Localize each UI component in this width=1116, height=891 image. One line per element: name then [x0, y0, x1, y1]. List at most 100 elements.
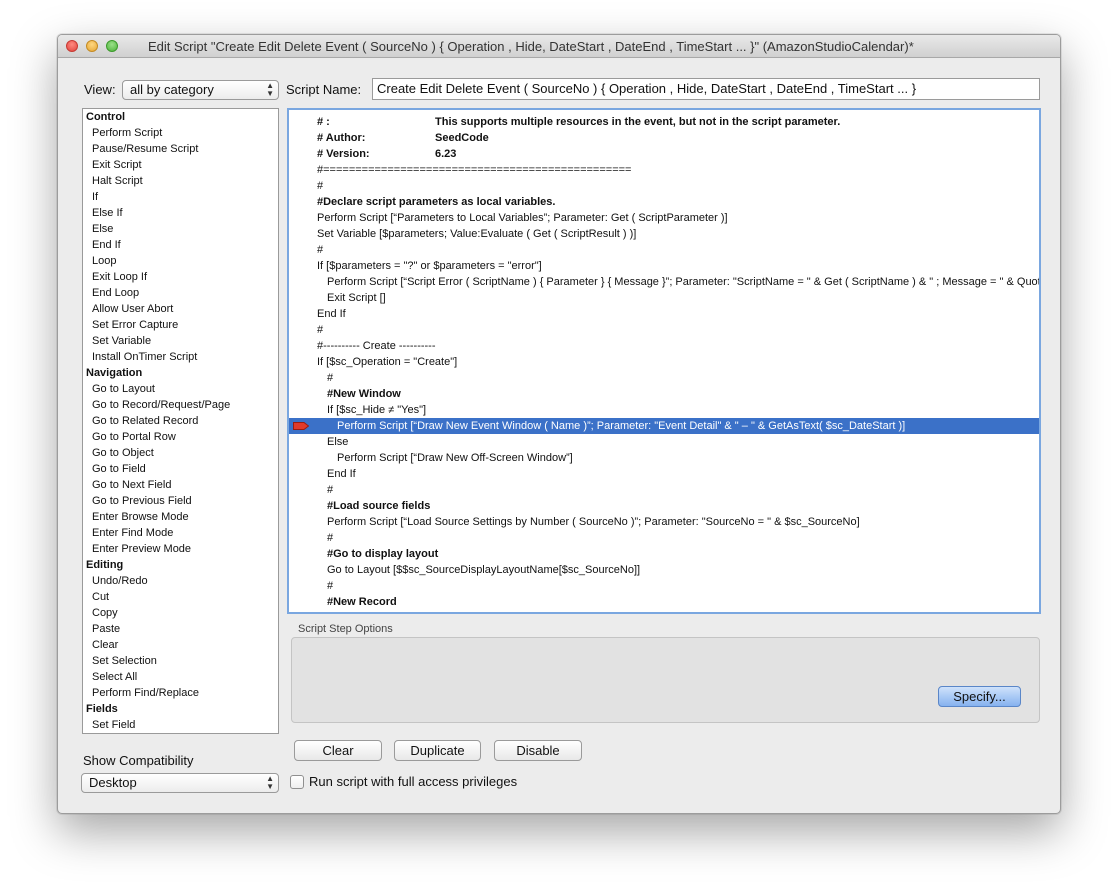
step-item[interactable]: Set Selection — [83, 653, 278, 669]
clear-button[interactable]: Clear — [294, 740, 382, 761]
step-item[interactable]: Loop — [83, 253, 278, 269]
step-item[interactable]: Go to Previous Field — [83, 493, 278, 509]
step-item[interactable]: End If — [83, 237, 278, 253]
step-item[interactable]: Pause/Resume Script — [83, 141, 278, 157]
step-item[interactable]: Go to Field — [83, 461, 278, 477]
script-line[interactable]: Perform Script [“Script Error ( ScriptNa… — [289, 274, 1039, 290]
step-item[interactable]: Perform Script — [83, 125, 278, 141]
script-line[interactable]: Else — [289, 434, 1039, 450]
step-item[interactable]: Set Variable — [83, 333, 278, 349]
script-line[interactable]: Exit Script [] — [289, 290, 1039, 306]
script-line-text: # : — [317, 116, 330, 128]
disable-button[interactable]: Disable — [494, 740, 582, 761]
script-line-text: # — [317, 324, 324, 336]
step-item[interactable]: End Loop — [83, 285, 278, 301]
script-line[interactable]: # — [289, 242, 1039, 258]
script-line[interactable]: # — [289, 178, 1039, 194]
script-line-text: # Version: — [317, 148, 370, 160]
script-line[interactable]: #Load source fields — [289, 498, 1039, 514]
script-line[interactable]: # — [289, 530, 1039, 546]
full-access-checkbox[interactable] — [290, 775, 304, 789]
script-line-selected[interactable]: Perform Script [“Draw New Event Window (… — [289, 418, 1039, 434]
script-step-options-panel — [291, 637, 1040, 723]
script-line-text: Perform Script [“Script Error ( ScriptNa… — [327, 276, 1041, 288]
compatibility-select[interactable]: Desktop ▲ ▼ — [81, 773, 279, 793]
step-item[interactable]: Exit Loop If — [83, 269, 278, 285]
script-line[interactable]: End If — [289, 306, 1039, 322]
script-line[interactable]: # — [289, 482, 1039, 498]
script-line-text: #Load source fields — [327, 500, 431, 512]
script-name-label: Script Name: — [286, 82, 362, 97]
step-item[interactable]: Go to Portal Row — [83, 429, 278, 445]
step-item[interactable]: Enter Find Mode — [83, 525, 278, 541]
step-item[interactable]: Go to Record/Request/Page — [83, 397, 278, 413]
step-item[interactable]: Undo/Redo — [83, 573, 278, 589]
script-line-text: #---------- Create ---------- — [317, 340, 436, 352]
script-line[interactable]: Perform Script [“Draw New Off-Screen Win… — [289, 450, 1039, 466]
script-line[interactable]: #---------- Create ---------- — [289, 338, 1039, 354]
step-category: Navigation — [86, 367, 143, 379]
step-item[interactable]: Copy — [83, 605, 278, 621]
script-line-text: Perform Script [“Draw New Event Window (… — [337, 420, 906, 432]
step-item[interactable]: Cut — [83, 589, 278, 605]
minimize-button[interactable] — [86, 40, 98, 52]
script-line[interactable]: # : This supports multiple resources in t… — [289, 114, 1039, 130]
step-category: Editing — [86, 559, 124, 571]
script-steps-list[interactable]: Control Perform Script Pause/Resume Script… — [82, 108, 279, 734]
popup-arrows-icon: ▲ ▼ — [266, 81, 274, 98]
step-item[interactable]: Perform Find/Replace — [83, 685, 278, 701]
script-line[interactable]: # — [289, 322, 1039, 338]
edit-script-window: Edit Script "Create Edit Delete Event ( … — [57, 34, 1061, 814]
script-line-text: Set Variable [$parameters; Value:Evaluat… — [317, 228, 637, 240]
script-line[interactable]: # Author: SeedCode — [289, 130, 1039, 146]
script-line[interactable]: # Version: 6.23 — [289, 146, 1039, 162]
step-item[interactable]: If — [83, 189, 278, 205]
step-item[interactable]: Set Field — [83, 717, 278, 733]
step-item[interactable]: Set Error Capture — [83, 317, 278, 333]
step-item[interactable]: Go to Related Record — [83, 413, 278, 429]
window-title: Edit Script "Create Edit Delete Event ( … — [148, 39, 914, 54]
step-item[interactable]: Allow User Abort — [83, 301, 278, 317]
step-item[interactable]: Go to Layout — [83, 381, 278, 397]
script-editor[interactable]: # : This supports multiple resources in t… — [287, 108, 1041, 614]
script-line[interactable]: # — [289, 578, 1039, 594]
script-line[interactable]: #Declare script parameters as local vari… — [289, 194, 1039, 210]
step-item[interactable]: Else — [83, 221, 278, 237]
script-line[interactable]: If [$parameters = "?" or $parameters = "… — [289, 258, 1039, 274]
script-line[interactable]: End If — [289, 466, 1039, 482]
script-name-input[interactable]: Create Edit Delete Event ( SourceNo ) { … — [372, 78, 1040, 100]
script-line[interactable]: Go to Layout [$$sc_SourceDisplayLayoutNa… — [289, 562, 1039, 578]
show-compatibility-label: Show Compatibility — [83, 753, 194, 768]
step-item[interactable]: Clear — [83, 637, 278, 653]
view-select[interactable]: all by category ▲ ▼ — [122, 80, 279, 100]
script-line[interactable]: If [$sc_Operation = "Create"] — [289, 354, 1039, 370]
step-item[interactable]: Halt Script — [83, 173, 278, 189]
script-line[interactable]: Set Variable [$parameters; Value:Evaluat… — [289, 226, 1039, 242]
step-item[interactable]: Enter Preview Mode — [83, 541, 278, 557]
step-item[interactable]: Go to Next Field — [83, 477, 278, 493]
step-item[interactable]: Go to Object — [83, 445, 278, 461]
step-item[interactable]: Paste — [83, 621, 278, 637]
step-item[interactable]: Exit Script — [83, 157, 278, 173]
script-line[interactable]: If [$sc_Hide ≠ "Yes"] — [289, 402, 1039, 418]
script-line[interactable]: #=======================================… — [289, 162, 1039, 178]
script-line[interactable]: Perform Script [“Parameters to Local Var… — [289, 210, 1039, 226]
script-line[interactable]: Perform Script [“Load Source Settings by… — [289, 514, 1039, 530]
duplicate-button[interactable]: Duplicate — [394, 740, 481, 761]
script-line[interactable]: #Go to display layout — [289, 546, 1039, 562]
step-item[interactable]: Install OnTimer Script — [83, 349, 278, 365]
step-item[interactable]: Else If — [83, 205, 278, 221]
script-line[interactable]: #New Record — [289, 594, 1039, 610]
specify-button[interactable]: Specify... — [938, 686, 1021, 707]
script-line-text: Perform Script [“Draw New Off-Screen Win… — [337, 452, 573, 464]
breakpoint-icon[interactable] — [293, 422, 309, 430]
script-line[interactable]: #New Window — [289, 386, 1039, 402]
close-button[interactable] — [66, 40, 78, 52]
script-step-options-label: Script Step Options — [298, 623, 393, 635]
zoom-button[interactable] — [106, 40, 118, 52]
step-item[interactable]: Enter Browse Mode — [83, 509, 278, 525]
script-line[interactable]: # — [289, 370, 1039, 386]
script-line-text: #New Record — [327, 596, 397, 608]
step-item[interactable]: Select All — [83, 669, 278, 685]
view-select-value: all by category — [130, 82, 214, 97]
